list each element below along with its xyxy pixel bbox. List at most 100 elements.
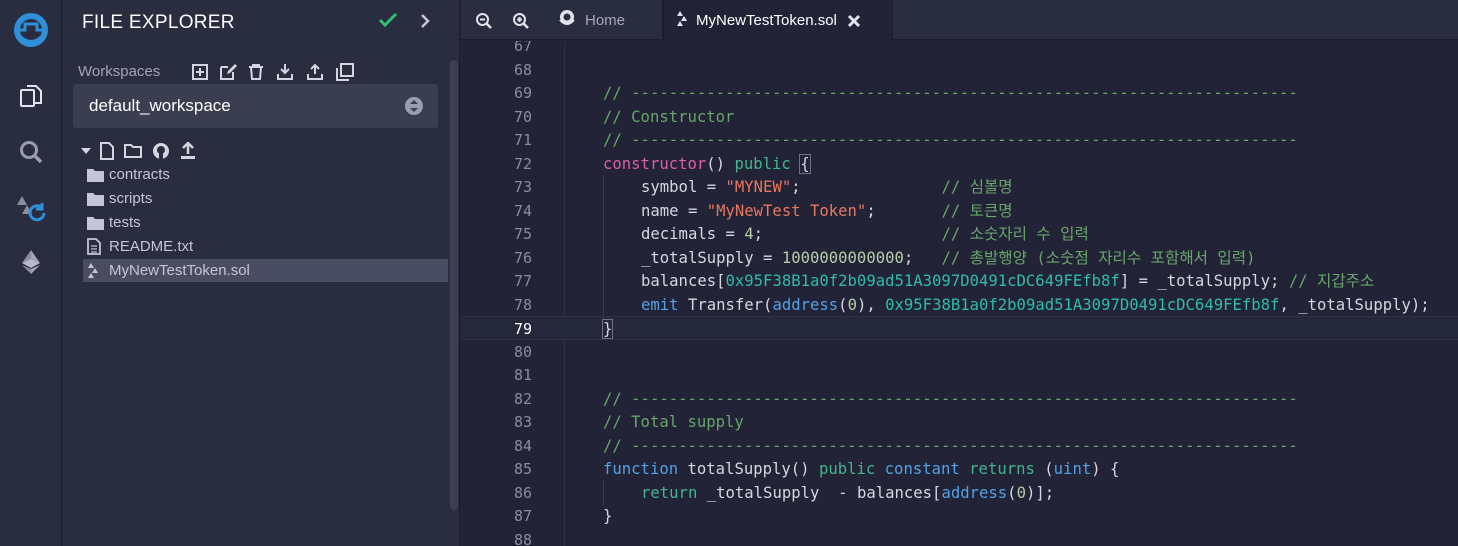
line-number: 77	[513, 272, 532, 290]
code-token: {	[799, 153, 811, 174]
code-line[interactable]: 74 name = "MyNewTest Token"; // 토큰명	[461, 198, 1458, 223]
line-number: 87	[513, 507, 532, 525]
indent-guide	[603, 175, 604, 199]
remix-logo-icon[interactable]	[0, 8, 62, 58]
tab-mynewtesttoken[interactable]: MyNewTestToken.sol	[663, 0, 893, 41]
code-token: symbol =	[641, 178, 726, 196]
code-text: return _totalSupply - balances[address(0…	[641, 481, 1054, 505]
code-line[interactable]: 80	[461, 340, 1458, 364]
folder-icon	[83, 192, 109, 206]
line-number: 74	[513, 201, 532, 220]
code-token: decimals =	[641, 225, 745, 243]
code-text: // -------------------------------------…	[603, 81, 1298, 105]
download-workspace-icon[interactable]	[274, 61, 296, 83]
close-icon[interactable]	[847, 14, 861, 28]
code-line[interactable]: 76 _totalSupply = 1000000000000; // 총발행양 …	[461, 245, 1458, 270]
tab-home[interactable]: Home	[541, 0, 663, 40]
upload-workspace-icon[interactable]	[304, 61, 326, 83]
chevron-right-icon[interactable]	[418, 12, 432, 35]
add-workspace-icon[interactable]	[189, 61, 211, 83]
code-line[interactable]: 85 function totalSupply() public constant…	[461, 457, 1458, 481]
panel-scrollbar[interactable]	[450, 60, 458, 510]
code-line[interactable]: 82 // -----------------------------------…	[461, 387, 1458, 411]
code-line[interactable]: 68	[461, 58, 1458, 82]
caret-down-icon[interactable]	[76, 141, 96, 161]
code-text: decimals = 4; // 소숫자리 수 입력	[641, 222, 1089, 246]
tree-item-label: tests	[109, 214, 141, 231]
line-number: 67	[513, 41, 532, 55]
line-number: 72	[513, 154, 532, 173]
code-line[interactable]: 71 // -----------------------------------…	[461, 128, 1458, 152]
line-number: 82	[513, 389, 532, 408]
edit-workspace-icon[interactable]	[217, 61, 239, 83]
zoom-out-icon[interactable]	[473, 10, 495, 32]
code-token: returns	[969, 460, 1035, 478]
code-token: ;	[903, 248, 942, 267]
code-line[interactable]: 81	[461, 363, 1458, 387]
code-text: _totalSupply = 1000000000000; // 총발행양 (소…	[641, 246, 1256, 270]
file-explorer-icon[interactable]	[0, 74, 62, 118]
workspace-select-value: default_workspace	[89, 96, 231, 115]
line-number: 86	[513, 483, 532, 502]
check-icon[interactable]	[378, 10, 398, 35]
tree-item-readme[interactable]: README.txt	[83, 235, 448, 258]
indent-guide	[603, 222, 604, 246]
tree-item-contracts[interactable]: contracts	[83, 163, 448, 186]
line-number: 70	[513, 107, 532, 126]
deploy-run-icon[interactable]	[0, 240, 62, 284]
tree-item-tests[interactable]: tests	[83, 211, 448, 234]
code-editor[interactable]: 67 68 69 // -------------------------------…	[461, 41, 1458, 546]
zoom-in-icon[interactable]	[510, 10, 532, 32]
code-token: return	[641, 483, 698, 502]
github-icon[interactable]	[151, 141, 171, 161]
code-line[interactable]: 86 return _totalSupply - balances[address…	[461, 480, 1458, 505]
code-token: totalSupply()	[678, 460, 819, 478]
solidity-compiler-icon[interactable]	[0, 188, 62, 232]
new-folder-icon[interactable]	[123, 141, 143, 161]
code-line[interactable]: 87}	[461, 504, 1458, 528]
code-line[interactable]: 78 emit Transfer(address(0), 0x95F38B1a0f…	[461, 292, 1458, 317]
workspaces-label: Workspaces	[78, 63, 161, 80]
select-arrows-icon	[404, 96, 424, 121]
new-file-icon[interactable]	[97, 141, 117, 161]
line-number: 80	[513, 342, 532, 361]
line-number: 76	[513, 248, 532, 267]
tree-item-scripts[interactable]: scripts	[83, 187, 448, 210]
code-line[interactable]: 79}	[461, 316, 1458, 340]
workspace-select[interactable]: default_workspace	[73, 84, 438, 128]
code-line[interactable]: 84 // -----------------------------------…	[461, 434, 1458, 458]
clone-workspace-icon[interactable]	[334, 61, 356, 83]
code-text: // -------------------------------------…	[603, 128, 1298, 152]
code-token: ()	[706, 154, 735, 173]
code-token: ;	[791, 178, 942, 196]
code-line[interactable]: 83 // Total supply	[461, 410, 1458, 434]
tree-item-mynewtesttoken[interactable]: MyNewTestToken.sol	[83, 259, 448, 282]
indent-guide	[603, 292, 604, 317]
code-line[interactable]: 72 constructor() public {	[461, 152, 1458, 176]
code-line[interactable]: 88	[461, 528, 1458, 546]
code-line[interactable]: 75 decimals = 4; // 소숫자리 수 입력	[461, 222, 1458, 246]
code-token: }	[601, 319, 614, 339]
folder-icon	[83, 168, 109, 182]
upload-file-icon[interactable]	[178, 141, 198, 161]
code-token: _totalSupply =	[641, 248, 782, 267]
code-line[interactable]: 67	[461, 41, 1458, 58]
line-number: 71	[513, 131, 532, 149]
search-icon[interactable]	[0, 130, 62, 174]
code-line[interactable]: 77 balances[0x95F38B1a0f2b09ad51A3097D049…	[461, 269, 1458, 293]
line-number: 69	[513, 84, 532, 102]
code-token: 0x95F38B1a0f2b09ad51A3097D0491cDC649FEfb…	[725, 272, 1120, 290]
line-number: 84	[513, 436, 532, 455]
code-text: symbol = "MYNEW"; // 심볼명	[641, 175, 1013, 199]
code-line[interactable]: 69 // -----------------------------------…	[461, 81, 1458, 105]
line-number: 68	[513, 60, 532, 79]
line-number: 81	[513, 366, 532, 384]
code-line[interactable]: 70 // Constructor	[461, 105, 1458, 129]
code-token: 4	[744, 225, 754, 243]
delete-workspace-icon[interactable]	[245, 61, 267, 83]
code-token: (	[1034, 460, 1054, 478]
code-token: public	[818, 460, 876, 478]
code-line[interactable]: 73 symbol = "MYNEW"; // 심볼명	[461, 175, 1458, 199]
tree-item-label: scripts	[109, 190, 153, 207]
